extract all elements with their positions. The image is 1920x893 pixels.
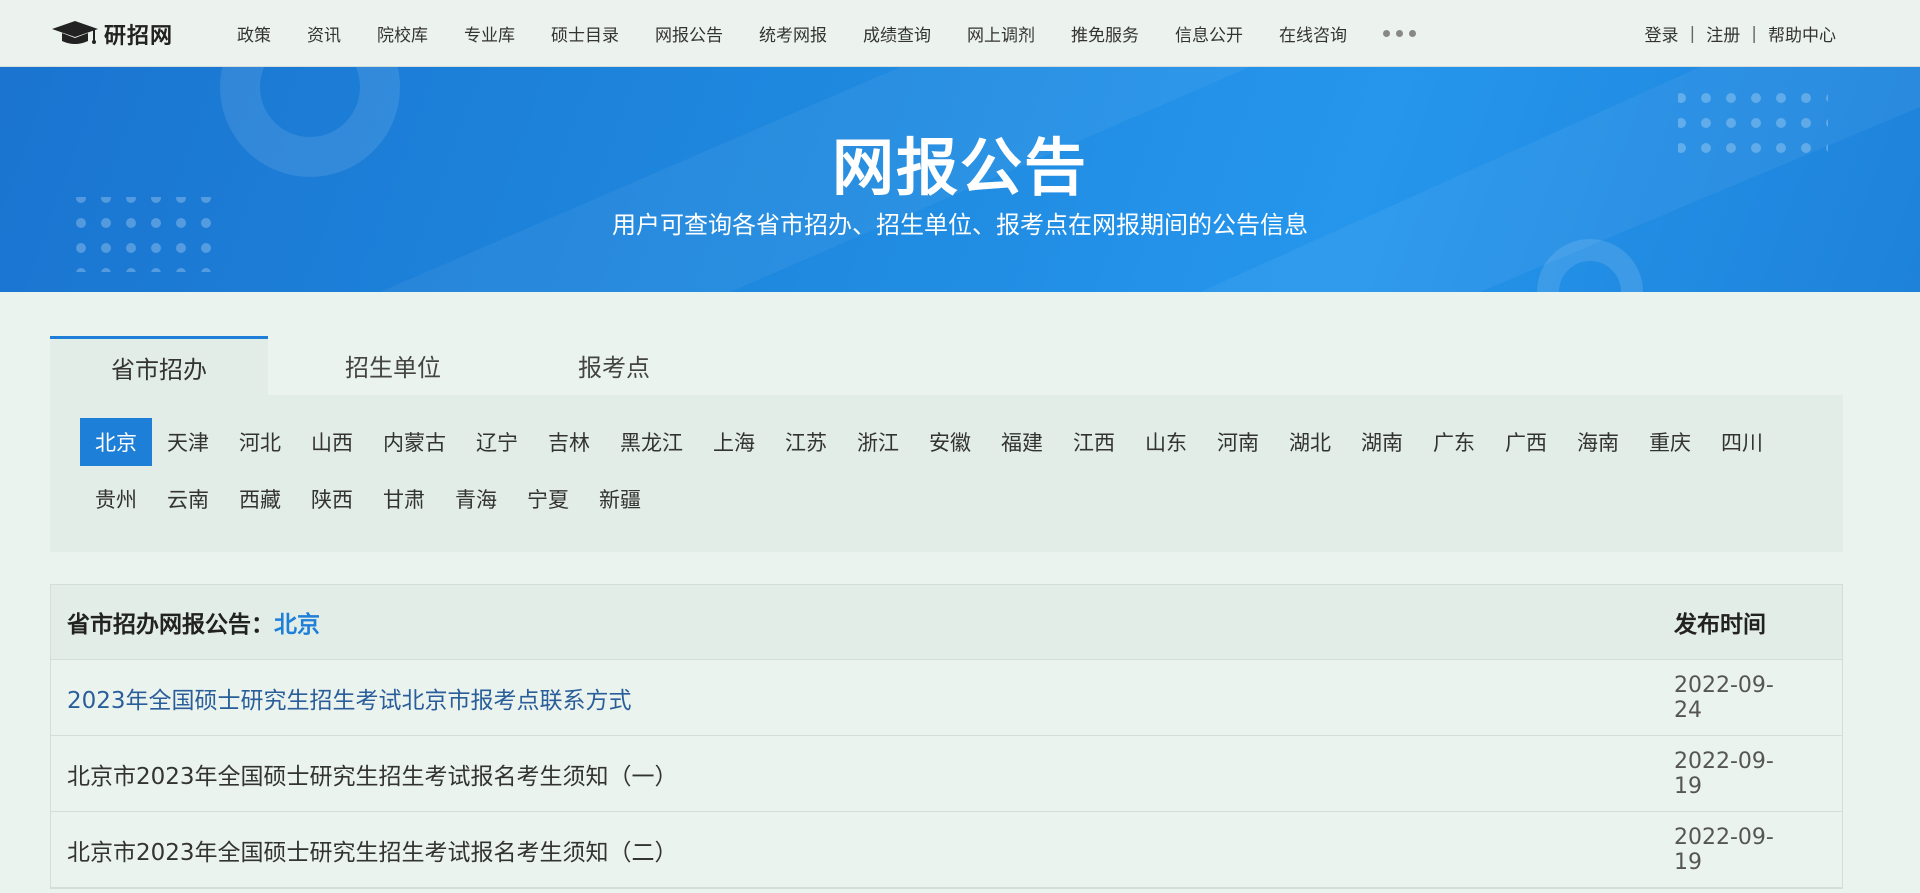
- nav-item-info-disclosure[interactable]: 信息公开: [1157, 21, 1261, 46]
- page-subtitle: 用户可查询各省市招办、招生单位、报考点在网报期间的公告信息: [612, 211, 1308, 239]
- province-item[interactable]: 西藏: [224, 475, 296, 523]
- list-caption-city: 北京: [274, 612, 320, 638]
- province-item[interactable]: 青海: [440, 475, 512, 523]
- page-title: 网报公告: [831, 131, 1088, 204]
- province-item[interactable]: 海南: [1562, 418, 1634, 466]
- province-item[interactable]: 河南: [1202, 418, 1274, 466]
- notice-title-link[interactable]: 2023年全国硕士研究生招生考试北京市报考点联系方式: [67, 681, 632, 715]
- province-item[interactable]: 重庆: [1634, 418, 1706, 466]
- nav-item-master-catalog[interactable]: 硕士目录: [533, 21, 637, 46]
- province-item[interactable]: 辽宁: [461, 418, 533, 466]
- site-logo[interactable]: 研招网: [50, 17, 173, 51]
- main-nav: 政策 资讯 院校库 专业库 硕士目录 网报公告 统考网报 成绩查询 网上调剂 推…: [219, 0, 1434, 67]
- list-caption-prefix: 省市招办网报公告：: [67, 612, 274, 638]
- province-item[interactable]: 山西: [296, 418, 368, 466]
- province-item[interactable]: 广东: [1418, 418, 1490, 466]
- province-item[interactable]: 安徽: [914, 418, 986, 466]
- table-row[interactable]: 2023年全国硕士研究生招生考试北京市报考点联系方式 2022-09-24: [51, 660, 1842, 736]
- nav-item-exam-registration[interactable]: 统考网报: [741, 21, 845, 46]
- province-item[interactable]: 陕西: [296, 475, 368, 523]
- notice-date: 2022-09-19: [1674, 824, 1774, 875]
- province-item[interactable]: 天津: [152, 418, 224, 466]
- province-item[interactable]: 北京: [80, 418, 152, 466]
- province-item[interactable]: 贵州: [80, 475, 152, 523]
- list-header: 省市招办网报公告：北京 发布时间: [51, 585, 1842, 660]
- province-item[interactable]: 河北: [224, 418, 296, 466]
- province-item[interactable]: 江西: [1058, 418, 1130, 466]
- nav-item-recommendation[interactable]: 推免服务: [1053, 21, 1157, 46]
- province-item[interactable]: 浙江: [842, 418, 914, 466]
- tab-admission-units[interactable]: 招生单位: [268, 336, 518, 395]
- province-item[interactable]: 新疆: [584, 475, 656, 523]
- notice-date: 2022-09-24: [1674, 672, 1774, 723]
- table-row[interactable]: 北京市2023年全国硕士研究生招生考试报名考生须知（一） 2022-09-19: [51, 736, 1842, 812]
- notice-title-link[interactable]: 北京市2023年全国硕士研究生招生考试报名考生须知（一）: [67, 757, 678, 791]
- logo-text: 研招网: [104, 23, 174, 49]
- separator: |: [1689, 23, 1696, 44]
- top-navigation-bar: 研招网 政策 资讯 院校库 专业库 硕士目录 网报公告 统考网报 成绩查询 网上…: [0, 0, 1920, 67]
- nav-item-news[interactable]: 资讯: [289, 21, 359, 46]
- province-item[interactable]: 广西: [1490, 418, 1562, 466]
- province-item[interactable]: 云南: [152, 475, 224, 523]
- notice-list: 省市招办网报公告：北京 发布时间 2023年全国硕士研究生招生考试北京市报考点联…: [50, 584, 1843, 889]
- province-item[interactable]: 山东: [1130, 418, 1202, 466]
- province-item[interactable]: 江苏: [770, 418, 842, 466]
- table-row[interactable]: 北京市2023年全国硕士研究生招生考试报名考生须知（二） 2022-09-19: [51, 812, 1842, 888]
- province-list: 北京 天津 河北 山西 内蒙古 辽宁 吉林 黑龙江 上海 江苏 浙江 安徽 福建 江西 山东 河南 湖北 湖南 广东…: [80, 418, 1813, 523]
- province-item[interactable]: 湖南: [1346, 418, 1418, 466]
- province-item[interactable]: 四川: [1706, 418, 1778, 466]
- tab-provincial-offices[interactable]: 省市招办: [50, 336, 268, 395]
- province-item[interactable]: 福建: [986, 418, 1058, 466]
- province-item[interactable]: 上海: [698, 418, 770, 466]
- province-item[interactable]: 吉林: [533, 418, 605, 466]
- date-column-header: 发布时间: [1674, 612, 1766, 638]
- nav-item-adjustment[interactable]: 网上调剂: [949, 21, 1053, 46]
- nav-item-policy[interactable]: 政策: [219, 21, 289, 46]
- notice-date: 2022-09-19: [1674, 748, 1774, 799]
- nav-item-score-query[interactable]: 成绩查询: [845, 21, 949, 46]
- nav-item-registration-notices[interactable]: 网报公告: [637, 21, 741, 46]
- nav-item-schools[interactable]: 院校库: [359, 21, 446, 46]
- province-item[interactable]: 内蒙古: [368, 418, 461, 466]
- nav-item-majors[interactable]: 专业库: [446, 21, 533, 46]
- register-link[interactable]: 注册: [1706, 21, 1740, 46]
- category-tabs: 省市招办 招生单位 报考点: [50, 336, 710, 395]
- page-banner: 网报公告 用户可查询各省市招办、招生单位、报考点在网报期间的公告信息: [0, 67, 1920, 292]
- login-link[interactable]: 登录: [1645, 21, 1679, 46]
- nav-item-online-consult[interactable]: 在线咨询: [1261, 21, 1365, 46]
- help-center-link[interactable]: 帮助中心: [1768, 21, 1836, 46]
- list-caption: 省市招办网报公告：北京: [67, 605, 320, 639]
- notice-title-link[interactable]: 北京市2023年全国硕士研究生招生考试报名考生须知（二）: [67, 833, 678, 867]
- graduation-cap-icon: [52, 21, 98, 44]
- province-item[interactable]: 宁夏: [512, 475, 584, 523]
- ellipsis-icon[interactable]: [1365, 30, 1434, 37]
- province-item[interactable]: 黑龙江: [605, 418, 698, 466]
- separator: |: [1751, 23, 1757, 44]
- tab-exam-sites[interactable]: 报考点: [518, 336, 710, 395]
- province-item[interactable]: 甘肃: [368, 475, 440, 523]
- province-item[interactable]: 湖北: [1274, 418, 1346, 466]
- province-panel: 北京 天津 河北 山西 内蒙古 辽宁 吉林 黑龙江 上海 江苏 浙江 安徽 福建 江西 山东 河南 湖北 湖南 广东…: [50, 395, 1843, 552]
- user-links: 登录 | 注册 | 帮助中心: [1645, 0, 1836, 67]
